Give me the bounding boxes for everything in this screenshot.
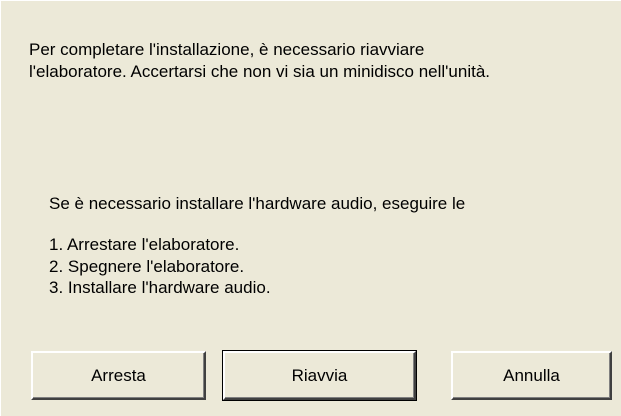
step-item-1: 1. Arrestare l'elaboratore. xyxy=(49,235,240,254)
cancel-button[interactable]: Annulla xyxy=(451,351,612,400)
intro-line-2: l'elaboratore. Accertarsi che non vi sia… xyxy=(29,62,491,81)
intro-message: Per completare l'installazione, è necess… xyxy=(29,39,609,83)
step-item-2: 2. Spegnere l'elaboratore. xyxy=(49,256,245,276)
restart-dialog: Per completare l'installazione, è necess… xyxy=(0,0,621,416)
step-item-3: 3. Installare l'hardware audio. xyxy=(49,278,271,297)
steps-list: 1. Arrestare l'elaboratore. 2. Spegnere … xyxy=(49,234,271,299)
intro-line-1: Per completare l'installazione, è necess… xyxy=(29,40,425,59)
shutdown-button[interactable]: Arresta xyxy=(31,351,206,400)
audio-hardware-note: Se è necessario installare l'hardware au… xyxy=(49,194,466,213)
restart-button[interactable]: Riavvia xyxy=(222,350,417,401)
